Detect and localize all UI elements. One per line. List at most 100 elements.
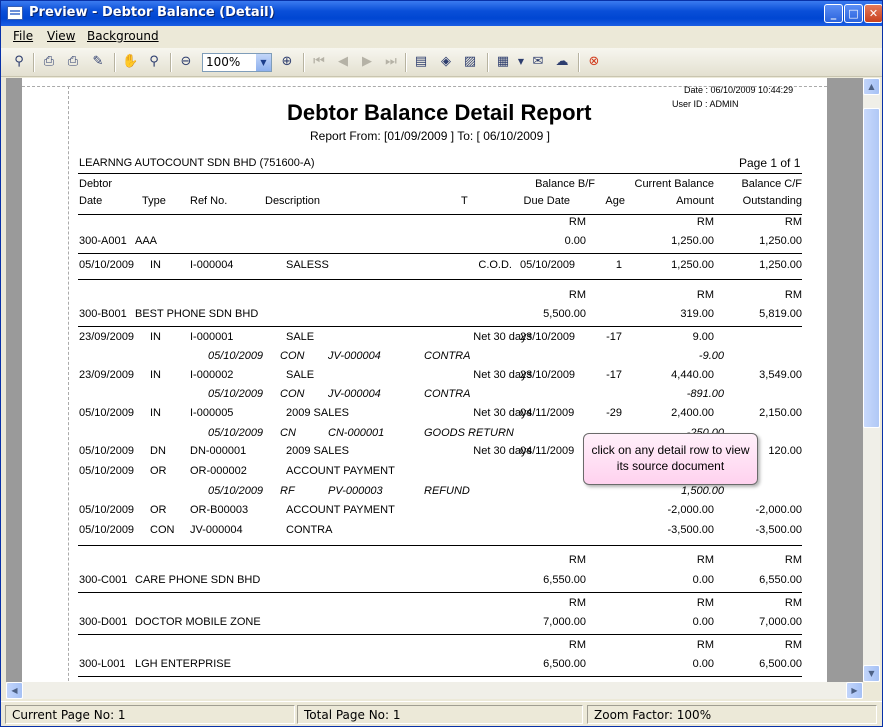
chevron-down-icon[interactable]: ▼	[256, 54, 271, 71]
cloud-icon[interactable]: ☁	[554, 54, 570, 70]
debtor-name: BEST PHONE SDN BHD	[135, 308, 259, 320]
row-date: 05/10/2009	[208, 350, 264, 362]
header-debtor: Debtor	[79, 178, 113, 190]
row-amount: -9.00	[698, 350, 724, 362]
fill-icon[interactable]: ◈	[438, 54, 454, 70]
vertical-scrollbar[interactable]: ▲ ▼	[863, 78, 880, 682]
magnifier-icon[interactable]: ⚲	[146, 54, 162, 70]
scroll-down-button[interactable]: ▼	[863, 665, 880, 682]
email-icon[interactable]: ✉	[530, 54, 546, 70]
row-term: Net 30 days	[473, 369, 532, 381]
maximize-button[interactable]: □	[844, 4, 863, 23]
hand-icon[interactable]: ✋	[122, 54, 138, 70]
save-dropdown-icon[interactable]: ▼	[513, 54, 529, 70]
header-description: Description	[265, 195, 321, 207]
scroll-right-button[interactable]: ▶	[846, 682, 863, 699]
currency-label: RM	[568, 597, 586, 609]
row-date: 23/09/2009	[79, 369, 135, 381]
row-term: Net 30 days	[473, 407, 532, 419]
save-icon[interactable]: ▦	[495, 54, 511, 70]
row-amount: 1,500.00	[681, 485, 724, 497]
row-amount: 4,440.00	[671, 369, 714, 381]
row-due: 23/10/2009	[520, 369, 576, 381]
status-bar: Current Page No: 1 Total Page No: 1 Zoom…	[1, 701, 882, 726]
export-icon[interactable]: ✎	[90, 54, 106, 70]
row-type: IN	[150, 407, 161, 419]
row-ref: DN-000001	[190, 445, 247, 457]
close-button[interactable]: ✕	[864, 4, 882, 23]
status-current-page: Current Page No: 1	[5, 705, 295, 724]
debtor-current: 0.00	[692, 574, 714, 586]
first-page-icon[interactable]: ⏮	[311, 54, 327, 70]
scroll-up-button[interactable]: ▲	[863, 78, 880, 95]
header-current-balance: Current Balance	[634, 178, 715, 190]
row-desc: SALESS	[286, 259, 329, 271]
currency-label: RM	[568, 554, 586, 566]
row-date: 23/09/2009	[79, 331, 135, 343]
next-page-icon[interactable]: ▶	[359, 54, 375, 70]
row-age: -17	[606, 331, 622, 343]
row-ref: I-000002	[190, 369, 234, 381]
row-desc: SALE	[286, 331, 315, 343]
zoom-select[interactable]: 100% ▼	[202, 53, 272, 72]
debtor-current: 0.00	[692, 616, 714, 628]
minimize-button[interactable]: _	[824, 4, 843, 23]
currency-label: RM	[696, 554, 714, 566]
row-desc: ACCOUNT PAYMENT	[286, 465, 395, 477]
exit-icon[interactable]: ⊗	[586, 54, 602, 70]
header-outstanding: Outstanding	[742, 195, 802, 207]
menu-file[interactable]: File	[13, 29, 33, 43]
row-term: Net 30 days	[473, 445, 532, 457]
printer-icon[interactable]: ⎙	[65, 54, 81, 70]
row-date: 05/10/2009	[79, 504, 135, 516]
zoom-in-icon[interactable]: ⊕	[279, 54, 295, 70]
row-age: -17	[606, 369, 622, 381]
scroll-left-button[interactable]: ◀	[6, 682, 23, 699]
menu-view[interactable]: View	[47, 29, 75, 43]
row-desc: CONTRA	[424, 350, 471, 362]
header-bal-bf: Balance B/F	[535, 178, 595, 190]
report-viewport[interactable]: Date : 06/10/2009 10:44:29 User ID : ADM…	[6, 78, 863, 682]
binoculars-icon[interactable]: ⚲	[11, 54, 27, 70]
debtor-bf: 0.00	[564, 235, 586, 247]
currency-label: RM	[784, 554, 802, 566]
zoom-out-icon[interactable]: ⊖	[178, 54, 194, 70]
header-bal-cf: Balance C/F	[741, 178, 802, 190]
row-desc: GOODS RETURN	[424, 427, 514, 439]
row-amount: -3,500.00	[667, 524, 714, 536]
row-ref: JV-000004	[328, 350, 381, 362]
row-type: RF	[280, 485, 295, 497]
watermark-icon[interactable]: ▨	[462, 54, 478, 70]
debtor-bf: 6,500.00	[543, 658, 586, 670]
menu-background[interactable]: Background	[87, 29, 159, 43]
debtor-cf: 7,000.00	[759, 616, 802, 628]
row-ref: I-000004	[190, 259, 234, 271]
window-title: Preview - Debtor Balance (Detail)	[29, 5, 275, 20]
report-user: User ID : ADMIN	[672, 99, 739, 109]
row-ref: I-000001	[190, 331, 234, 343]
row-outstanding: -3,500.00	[755, 524, 802, 536]
row-ref: I-000005	[190, 407, 234, 419]
title-bar[interactable]: Preview - Debtor Balance (Detail) _ □ ✕	[1, 1, 882, 26]
page-setup-icon[interactable]: ▤	[413, 54, 429, 70]
prev-page-icon[interactable]: ◀	[335, 54, 351, 70]
status-total-pages: Total Page No: 1	[297, 705, 583, 724]
header-ref: Ref No.	[190, 195, 228, 207]
debtor-code: 300-L001	[79, 658, 126, 670]
scroll-thumb[interactable]	[863, 108, 880, 428]
row-type: OR	[150, 465, 167, 477]
row-type: CN	[280, 427, 296, 439]
currency-label: RM	[568, 216, 586, 228]
last-page-icon[interactable]: ⏭	[383, 54, 399, 70]
debtor-name: CARE PHONE SDN BHD	[135, 574, 261, 586]
row-desc: CONTRA	[424, 388, 471, 400]
row-ref: OR-000002	[190, 465, 247, 477]
debtor-bf: 7,000.00	[543, 616, 586, 628]
row-desc: 2009 SALES	[286, 407, 349, 419]
debtor-code: 300-D001	[79, 616, 128, 628]
horizontal-scrollbar[interactable]: ◀ ▶	[6, 682, 863, 699]
row-age: 1	[615, 259, 622, 271]
row-date: 05/10/2009	[208, 427, 264, 439]
print-setup-icon[interactable]: ⎙	[41, 54, 57, 70]
row-type: OR	[150, 504, 167, 516]
